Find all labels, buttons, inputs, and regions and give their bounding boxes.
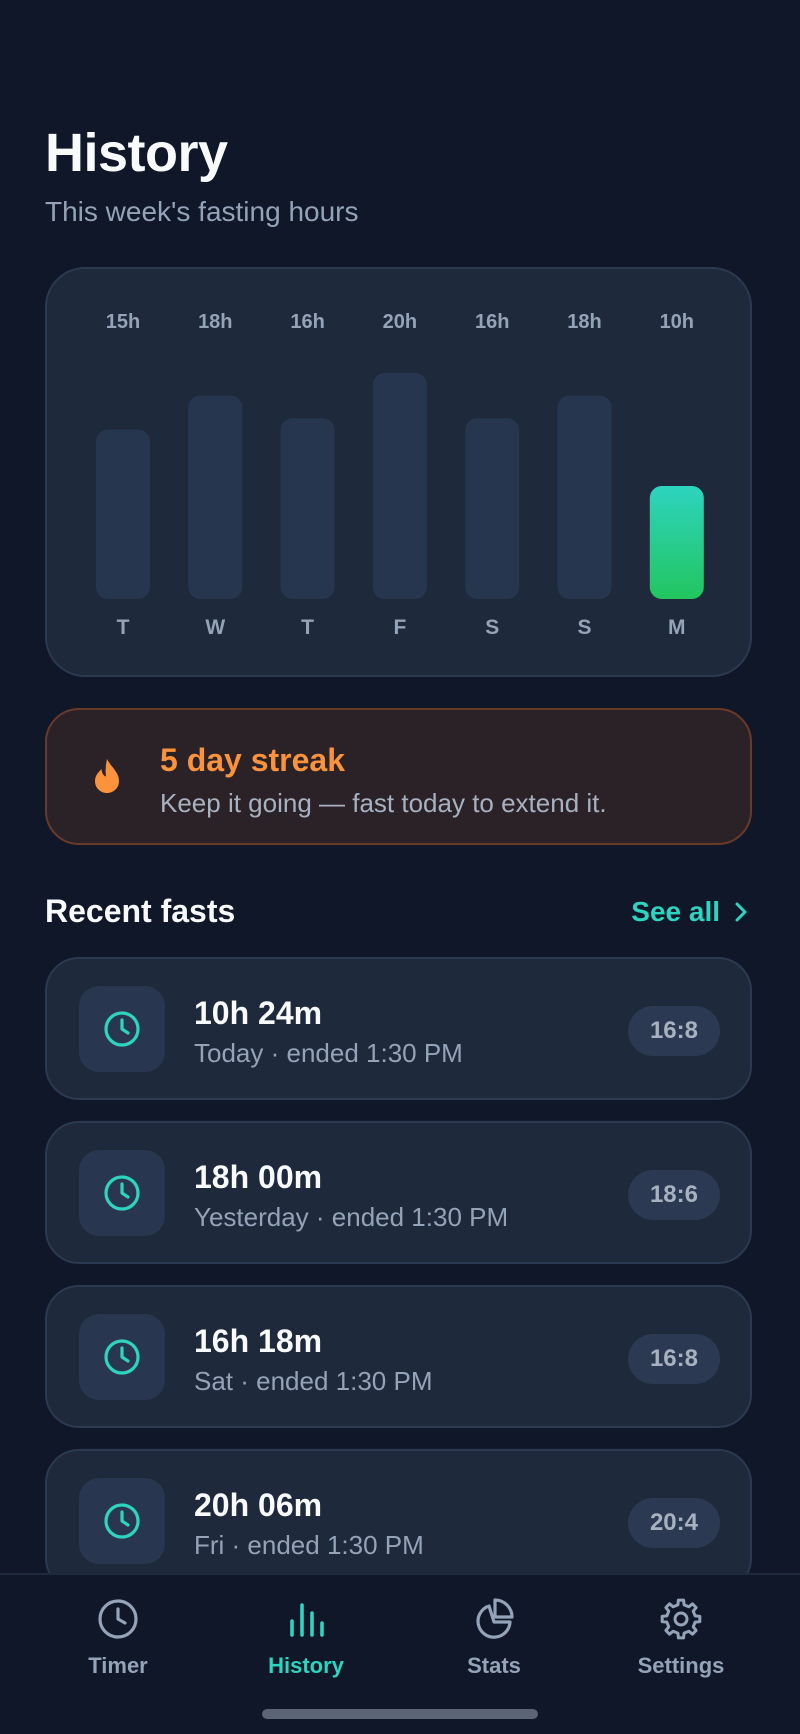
page-subtitle: This week's fasting hours bbox=[45, 196, 359, 227]
chart-bar bbox=[188, 395, 243, 599]
bar-value-label: 16h bbox=[290, 311, 324, 333]
bar-value-label: 18h bbox=[567, 311, 601, 333]
fast-meta: Today · ended 1:30 PM bbox=[194, 1038, 463, 1068]
fast-plan-badge: 16:8 bbox=[627, 1334, 720, 1384]
fast-icon-box bbox=[79, 1150, 165, 1236]
nav-item-timer[interactable]: Timer bbox=[38, 1597, 198, 1679]
recent-fast-item[interactable]: 18h 00m Yesterday · ended 1:30 PM 18:6 bbox=[45, 1121, 752, 1264]
nav-label-timer: Timer bbox=[88, 1653, 148, 1678]
chart-bar bbox=[280, 418, 335, 599]
chart-bar bbox=[557, 395, 612, 599]
day-label: W bbox=[205, 616, 225, 639]
nav-item-settings[interactable]: Settings bbox=[601, 1597, 761, 1679]
clock-icon bbox=[104, 1011, 140, 1047]
bar-chart-icon bbox=[290, 1603, 324, 1637]
fast-plan-badge: 16:8 bbox=[627, 1006, 720, 1056]
bar-value-label: 20h bbox=[383, 311, 417, 333]
clock-icon bbox=[104, 1175, 140, 1211]
bar-value-label: 10h bbox=[660, 311, 694, 333]
fast-meta: Sat · ended 1:30 PM bbox=[194, 1366, 433, 1396]
fast-plan-badge: 18:6 bbox=[627, 1170, 720, 1220]
fast-meta: Yesterday · ended 1:30 PM bbox=[194, 1202, 509, 1232]
flame-icon bbox=[95, 759, 119, 793]
fast-duration: 18h 00m bbox=[194, 1159, 323, 1195]
streak-card: 5 day streak Keep it going — fast today … bbox=[45, 708, 752, 845]
fast-duration: 16h 18m bbox=[194, 1323, 323, 1359]
bar-value-label: 15h bbox=[106, 311, 140, 333]
home-indicator bbox=[262, 1709, 538, 1719]
bar-value-label: 16h bbox=[475, 311, 509, 333]
day-label: T bbox=[117, 616, 130, 639]
fast-duration: 20h 06m bbox=[194, 1487, 323, 1523]
nav-label-history: History bbox=[268, 1653, 344, 1678]
streak-text: Keep it going — fast today to extend it. bbox=[160, 788, 607, 818]
page-title: History bbox=[45, 123, 228, 183]
fast-meta: Fri · ended 1:30 PM bbox=[194, 1530, 424, 1560]
day-label: F bbox=[393, 616, 406, 639]
day-label: T bbox=[301, 616, 314, 639]
recent-fast-item[interactable]: 20h 06m Fri · ended 1:30 PM 20:4 bbox=[45, 1449, 752, 1592]
fast-icon-box bbox=[79, 1314, 165, 1400]
chart-bar bbox=[372, 373, 427, 599]
gear-icon bbox=[660, 1598, 702, 1640]
streak-title: 5 day streak bbox=[160, 742, 346, 778]
nav-item-stats[interactable]: Stats bbox=[414, 1597, 574, 1679]
bar-value-label: 18h bbox=[198, 311, 232, 333]
fast-duration: 10h 24m bbox=[194, 995, 323, 1031]
fast-icon-box bbox=[79, 986, 165, 1072]
clock-icon bbox=[104, 1503, 140, 1539]
weekly-chart-card: 15h T 18h W 16h T 20h F 16h S 18h S 10h M bbox=[45, 267, 752, 677]
recent-fast-item[interactable]: 10h 24m Today · ended 1:30 PM 16:8 bbox=[45, 957, 752, 1100]
chart-bar bbox=[96, 429, 150, 599]
clock-icon bbox=[98, 1599, 138, 1639]
pie-chart-icon bbox=[476, 1598, 514, 1639]
weekly-fasting-chart: 15h T 18h W 16h T 20h F 16h S 18h S 10h M bbox=[96, 311, 704, 639]
nav-item-history[interactable]: History bbox=[226, 1597, 386, 1679]
day-label: M bbox=[668, 616, 686, 639]
fast-icon-box bbox=[79, 1478, 165, 1564]
clock-icon bbox=[104, 1339, 140, 1375]
recent-fast-item[interactable]: 16h 18m Sat · ended 1:30 PM 16:8 bbox=[45, 1285, 752, 1428]
chart-bar bbox=[649, 486, 704, 599]
see-all-link[interactable]: See all bbox=[631, 896, 748, 928]
see-all-label: See all bbox=[631, 896, 720, 927]
nav-label-settings: Settings bbox=[637, 1653, 725, 1678]
chevron-right-icon bbox=[735, 902, 747, 922]
chart-bar bbox=[465, 418, 520, 599]
recent-fasts-title: Recent fasts bbox=[45, 893, 236, 929]
day-label: S bbox=[577, 616, 591, 639]
nav-label-stats: Stats bbox=[467, 1653, 521, 1678]
fast-plan-badge: 20:4 bbox=[627, 1498, 720, 1548]
day-label: S bbox=[485, 616, 499, 639]
